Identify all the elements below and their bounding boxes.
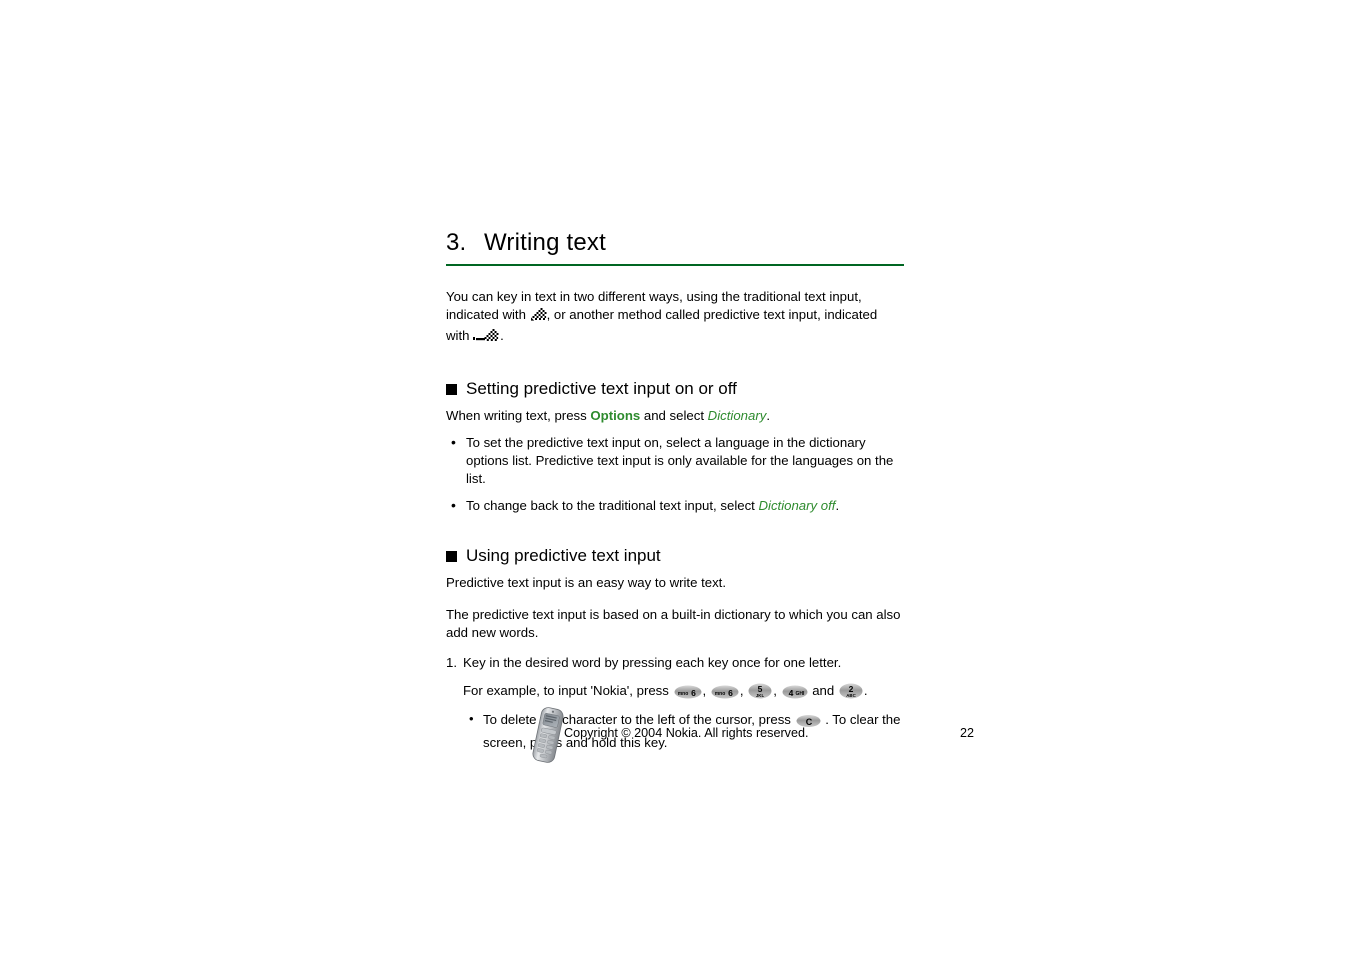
document-page: 3. Writing text You can key in text in tw… <box>0 0 1351 954</box>
svg-text:mno: mno <box>715 691 726 697</box>
list-number: 1. <box>446 655 457 670</box>
svg-text:4: 4 <box>788 688 793 698</box>
numbered-item-text: Key in the desired word by pressing each… <box>463 655 842 670</box>
example-separator-1: , <box>702 683 710 698</box>
chapter-title-text: Writing text <box>484 229 606 256</box>
svg-text:6: 6 <box>691 688 696 698</box>
dictionary-emphasis: Dictionary <box>707 408 767 423</box>
example-separator-2: , <box>739 683 748 698</box>
intro-text-part3: . <box>500 328 504 343</box>
copyright-notice: Copyright © 2004 Nokia. All rights reser… <box>564 726 809 740</box>
example-text-part1: For example, to input 'Nokia', press <box>463 683 673 698</box>
bullet-2-text-part2: . <box>835 498 840 513</box>
section-heading-setting-predictive: Setting predictive text input on or off <box>446 378 904 400</box>
square-bullet-icon <box>446 550 457 562</box>
bullet-2-text-part1: To change back to the traditional text i… <box>466 498 759 513</box>
svg-text:6: 6 <box>728 688 733 698</box>
page-title: 3. Writing text <box>446 228 904 264</box>
square-bullet-icon <box>446 383 457 395</box>
list-item: To change back to the traditional text i… <box>446 496 904 515</box>
section-heading-using-predictive: Using predictive text input <box>446 545 904 567</box>
lead-part1: When writing text, press <box>446 408 591 423</box>
traditional-text-input-icon <box>530 307 547 327</box>
intro-paragraph: You can key in text in two different way… <box>446 288 904 348</box>
example-separator-3: , <box>773 683 781 698</box>
example-terminator: . <box>863 683 868 698</box>
title-rule-divider <box>446 264 904 266</box>
section-2-paragraph-2: The predictive text input is based on a … <box>446 607 901 640</box>
section-heading-label: Setting predictive text input on or off <box>466 379 737 398</box>
section-heading-label: Using predictive text input <box>466 546 661 565</box>
options-emphasis: Options <box>590 408 641 423</box>
svg-text:mno: mno <box>677 691 688 697</box>
dictionary-off-emphasis: Dictionary off <box>758 498 836 513</box>
section-1-lead-paragraph: When writing text, press Options and sel… <box>446 407 904 425</box>
lead-part2: and select <box>640 408 708 423</box>
list-item: To set the predictive text input on, sel… <box>446 433 904 488</box>
svg-text:GHI: GHI <box>795 691 805 697</box>
section-2-paragraph-1: Predictive text input is an easy way to … <box>446 575 726 590</box>
chapter-number: 3. <box>446 229 467 256</box>
section-1-bullet-list: To set the predictive text input on, sel… <box>446 433 904 515</box>
svg-text:JKL: JKL <box>756 693 765 698</box>
page-content: 3. Writing text You can key in text in tw… <box>446 228 904 752</box>
svg-text:ABC: ABC <box>846 693 856 698</box>
page-footer: Copyright © 2004 Nokia. All rights reser… <box>446 700 976 780</box>
bullet-1-text: To set the predictive text input on, sel… <box>466 435 894 486</box>
example-conjunction: and <box>808 683 838 698</box>
page-number: 22 <box>960 726 975 740</box>
predictive-text-input-icon <box>473 328 500 348</box>
lead-part3: . <box>766 408 770 423</box>
